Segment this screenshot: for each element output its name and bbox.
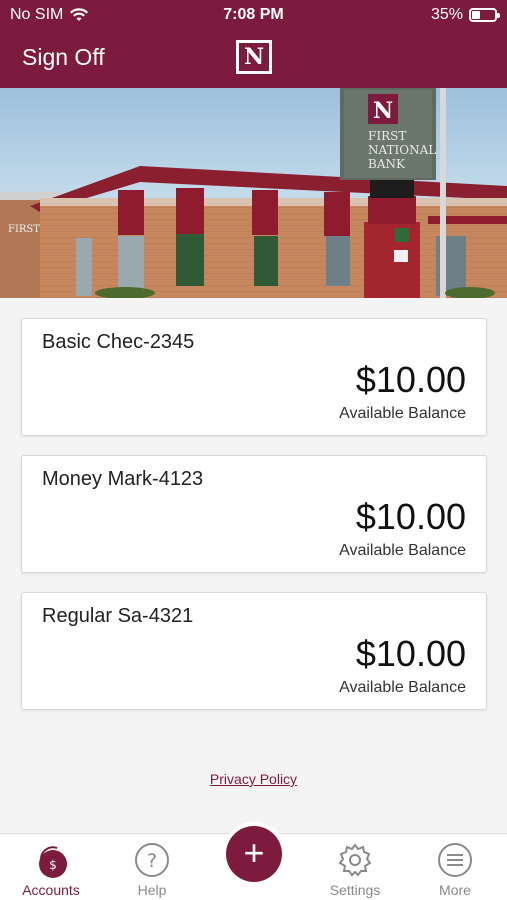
bank-logo: N xyxy=(236,40,272,74)
bank-building-image: N FIRST NATIONAL BANK FIRST xyxy=(0,88,507,298)
battery-info: 35% xyxy=(430,6,500,24)
app-header: No SIM 7:08 PM 35% Sign Off N xyxy=(0,0,507,88)
battery-percent: 35% xyxy=(430,6,463,23)
question-icon: ? xyxy=(134,842,170,878)
side-sign: FIRST xyxy=(8,224,40,235)
account-balance: $10.00 xyxy=(355,496,466,537)
menu-icon xyxy=(437,842,473,878)
account-balance: $10.00 xyxy=(355,359,466,400)
balance-label: Available Balance xyxy=(339,405,466,422)
plus-icon: + xyxy=(243,832,265,873)
gear-icon xyxy=(337,842,373,878)
svg-text:N: N xyxy=(373,98,393,124)
add-button[interactable]: + xyxy=(226,826,282,882)
bank-building-illustration: N FIRST NATIONAL BANK FIRST xyxy=(0,88,507,298)
account-balance: $10.00 xyxy=(355,633,466,674)
tab-settings[interactable]: Settings xyxy=(310,834,400,900)
tab-label: More xyxy=(439,882,471,898)
tab-accounts[interactable]: $ Accounts xyxy=(6,834,96,900)
tab-label: Help xyxy=(137,882,167,898)
battery-fill xyxy=(472,11,480,19)
svg-text:$: $ xyxy=(49,858,57,872)
tab-more[interactable]: More xyxy=(410,834,500,900)
sign-off-button[interactable]: Sign Off xyxy=(22,44,105,71)
account-name: Money Mark-4123 xyxy=(42,468,204,490)
balance-label: Available Balance xyxy=(339,542,466,559)
tab-label: Accounts xyxy=(22,882,80,898)
account-card[interactable]: Regular Sa-4321 $10.00 Available Balance xyxy=(21,592,487,710)
tab-help[interactable]: ? Help xyxy=(107,834,197,900)
privacy-policy-link[interactable]: Privacy Policy xyxy=(0,771,507,787)
sign-line-3: BANK xyxy=(368,157,406,171)
dollar-icon: $ xyxy=(33,842,69,878)
account-name: Regular Sa-4321 xyxy=(42,605,194,627)
account-name: Basic Chec-2345 xyxy=(42,331,195,353)
balance-label: Available Balance xyxy=(339,679,466,696)
sign-line-2: NATIONAL xyxy=(368,143,436,157)
svg-text:?: ? xyxy=(147,850,157,872)
tab-label: Settings xyxy=(329,882,381,898)
account-card[interactable]: Money Mark-4123 $10.00 Available Balance xyxy=(21,455,487,573)
account-card[interactable]: Basic Chec-2345 $10.00 Available Balance xyxy=(21,318,487,436)
sign-line-1: FIRST xyxy=(368,129,406,143)
battery-icon xyxy=(469,8,500,22)
status-bar: No SIM 7:08 PM 35% xyxy=(0,0,507,30)
